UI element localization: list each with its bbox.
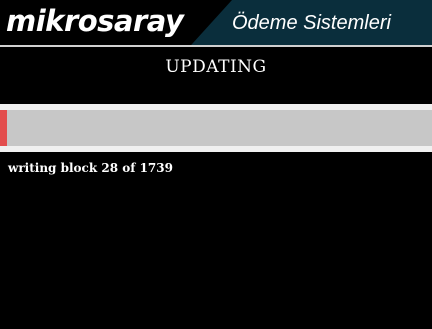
- header-divider: [0, 45, 432, 47]
- progress-fill: [0, 110, 7, 146]
- brand-panel: mikrosaray: [0, 0, 232, 46]
- progress-track: [0, 110, 432, 146]
- brand-logo: mikrosaray: [6, 4, 184, 38]
- header-subtitle: Ödeme Sistemleri: [232, 12, 391, 34]
- app-header: mikrosaray Ödeme Sistemleri: [0, 0, 432, 46]
- screen-title: UPDATING: [165, 57, 267, 77]
- progress-bar: [0, 104, 432, 152]
- status-message: writing block 28 of 1739: [8, 161, 173, 175]
